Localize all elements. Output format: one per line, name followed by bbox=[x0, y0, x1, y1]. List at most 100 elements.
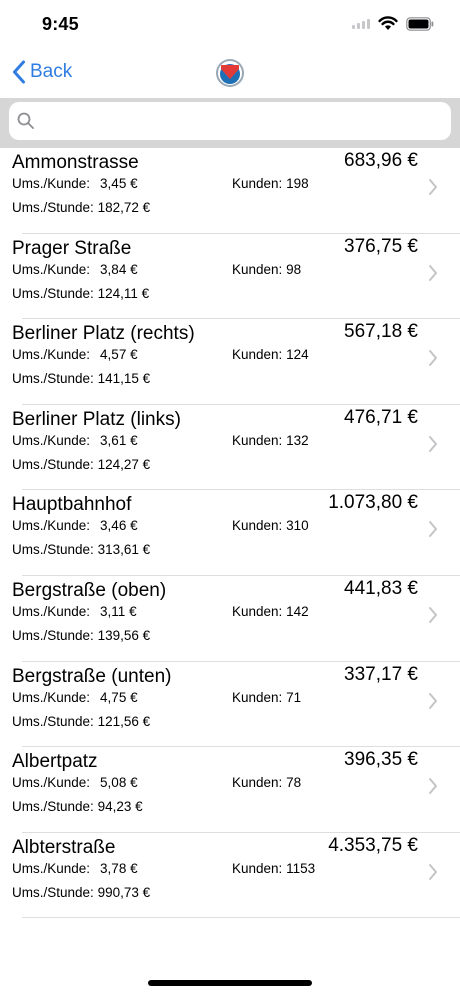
chevron-right-icon bbox=[429, 435, 437, 452]
customers-line: Kunden: 71 bbox=[232, 690, 301, 705]
per-customer-value: 3,61 € bbox=[100, 432, 138, 448]
navigation-bar: Back bbox=[0, 50, 460, 98]
per-hour-line: Ums./Stunde: 94,23 € bbox=[12, 799, 143, 814]
customers-line: Kunden: 132 bbox=[232, 433, 309, 448]
status-time: 9:45 bbox=[42, 14, 79, 34]
customers-label: Kunden: bbox=[232, 689, 283, 705]
location-name: Albertpatz bbox=[12, 751, 98, 773]
customers-value: 124 bbox=[286, 347, 309, 363]
per-customer-label: Ums./Kunde: bbox=[12, 689, 91, 705]
per-customer-line: Ums./Kunde: 3,46 € bbox=[12, 518, 138, 533]
location-row[interactable]: Berliner Platz (links) 476,71 € Ums./Kunde… bbox=[0, 405, 460, 491]
location-name: Ammonstrasse bbox=[12, 152, 139, 173]
per-hour-line: Ums./Stunde: 313,61 € bbox=[12, 542, 150, 557]
per-hour-line: Ums./Stunde: 124,27 € bbox=[12, 457, 150, 472]
per-hour-value: 124,11 € bbox=[97, 285, 150, 301]
customers-value: 1153 bbox=[286, 860, 316, 876]
chevron-right-icon bbox=[429, 692, 437, 709]
row-separator bbox=[22, 917, 460, 919]
back-label: Back bbox=[30, 61, 73, 82]
per-customer-line: Ums./Kunde: 3,61 € bbox=[12, 433, 138, 448]
location-total: 441,83 € bbox=[344, 577, 418, 599]
status-icons bbox=[352, 16, 434, 31]
location-row[interactable]: Ammonstrasse 683,96 € Ums./Kunde: 3,45 € Kun… bbox=[0, 148, 460, 234]
customers-value: 142 bbox=[286, 603, 309, 619]
search-bar-container bbox=[0, 98, 460, 148]
per-hour-value: 141,15 € bbox=[97, 371, 151, 387]
per-hour-value: 139,56 € bbox=[97, 627, 151, 643]
per-hour-line: Ums./Stunde: 139,56 € bbox=[12, 628, 150, 643]
customers-value: 310 bbox=[286, 518, 309, 534]
per-customer-line: Ums./Kunde: 4,75 € bbox=[12, 690, 138, 705]
per-hour-label: Ums./Stunde: bbox=[12, 200, 94, 215]
location-total: 376,75 € bbox=[344, 235, 418, 257]
per-customer-line: Ums./Kunde: 3,11 € bbox=[12, 604, 137, 619]
per-hour-label: Ums./Stunde: bbox=[12, 542, 94, 558]
per-customer-value: 3,84 € bbox=[100, 261, 138, 277]
status-bar: 9:45 bbox=[0, 0, 460, 50]
chevron-right-icon bbox=[429, 606, 437, 623]
location-total: 1.073,80 € bbox=[328, 492, 418, 514]
per-hour-line: Ums./Stunde: 124,11 € bbox=[12, 286, 149, 301]
customers-label: Kunden: bbox=[232, 603, 283, 619]
per-customer-value: 3,11 € bbox=[100, 603, 137, 619]
location-row[interactable]: Bergstraße (unten) 337,17 € Ums./Kunde: 4,7… bbox=[0, 662, 460, 748]
per-hour-label: Ums./Stunde: bbox=[12, 799, 94, 815]
customers-label: Kunden: bbox=[232, 518, 283, 534]
location-row[interactable]: Albertpatz 396,35 € Ums./Kunde: 5,08 € Kunde… bbox=[0, 747, 460, 833]
back-button[interactable]: Back bbox=[12, 60, 72, 84]
chevron-right-icon bbox=[429, 350, 437, 367]
customers-label: Kunden: bbox=[232, 432, 283, 448]
location-row[interactable]: Albterstraße 4.353,75 € Ums./Kunde: 3,78 € K… bbox=[0, 833, 460, 919]
per-customer-line: Ums./Kunde: 3,45 € bbox=[12, 176, 138, 191]
location-list: Ammonstrasse 683,96 € Ums./Kunde: 3,45 € Kun… bbox=[0, 148, 460, 919]
per-hour-value: 124,27 € bbox=[97, 456, 151, 472]
location-name: Bergstraße (unten) bbox=[12, 665, 172, 687]
customers-line: Kunden: 98 bbox=[232, 262, 301, 277]
location-name: Berliner Platz (links) bbox=[12, 408, 181, 430]
search-input[interactable] bbox=[9, 102, 451, 140]
battery-icon bbox=[406, 16, 434, 31]
chevron-right-icon bbox=[429, 863, 437, 880]
location-total: 567,18 € bbox=[344, 321, 418, 343]
home-indicator bbox=[148, 980, 312, 986]
customers-value: 132 bbox=[286, 432, 309, 448]
per-hour-line: Ums./Stunde: 121,56 € bbox=[12, 714, 150, 729]
chevron-right-icon bbox=[429, 179, 437, 195]
per-customer-value: 5,08 € bbox=[100, 775, 138, 791]
location-row[interactable]: Bergstraße (oben) 441,83 € Ums./Kunde: 3,11… bbox=[0, 576, 460, 662]
chevron-right-icon bbox=[429, 264, 437, 281]
location-name: Berliner Platz (rechts) bbox=[12, 323, 195, 345]
per-customer-label: Ums./Kunde: bbox=[12, 261, 91, 277]
per-hour-value: 313,61 € bbox=[97, 542, 151, 558]
location-total: 396,35 € bbox=[344, 749, 418, 771]
customers-value: 198 bbox=[286, 176, 309, 191]
location-total: 4.353,75 € bbox=[328, 834, 418, 856]
chevron-right-icon bbox=[429, 778, 437, 795]
customers-value: 71 bbox=[286, 689, 302, 705]
customers-line: Kunden: 78 bbox=[232, 775, 301, 790]
location-name: Albterstraße bbox=[12, 836, 116, 858]
customers-value: 98 bbox=[286, 261, 302, 277]
cellular-signal-icon bbox=[352, 18, 370, 29]
per-customer-line: Ums./Kunde: 3,84 € bbox=[12, 262, 138, 277]
location-total: 476,71 € bbox=[344, 406, 418, 428]
customers-line: Kunden: 124 bbox=[232, 347, 309, 362]
location-total: 337,17 € bbox=[344, 663, 418, 685]
per-customer-label: Ums./Kunde: bbox=[12, 347, 91, 363]
per-hour-line: Ums./Stunde: 182,72 € bbox=[12, 200, 150, 215]
customers-line: Kunden: 198 bbox=[232, 176, 309, 191]
per-hour-value: 121,56 € bbox=[97, 713, 151, 729]
app-logo-icon bbox=[216, 59, 244, 87]
per-customer-label: Ums./Kunde: bbox=[12, 775, 91, 791]
per-customer-label: Ums./Kunde: bbox=[12, 860, 91, 876]
location-row[interactable]: Prager Straße 376,75 € Ums./Kunde: 3,84 € Ku… bbox=[0, 234, 460, 320]
location-row[interactable]: Hauptbahnhof 1.073,80 € Ums./Kunde: 3,46 € K… bbox=[0, 490, 460, 576]
per-hour-label: Ums./Stunde: bbox=[12, 713, 94, 729]
location-row[interactable]: Berliner Platz (rechts) 567,18 € Ums./Kund… bbox=[0, 319, 460, 405]
location-name: Bergstraße (oben) bbox=[12, 579, 167, 601]
per-customer-value: 4,75 € bbox=[100, 689, 138, 705]
customers-line: Kunden: 1153 bbox=[232, 861, 315, 876]
per-hour-line: Ums./Stunde: 990,73 € bbox=[12, 885, 150, 900]
per-hour-label: Ums./Stunde: bbox=[12, 884, 94, 900]
